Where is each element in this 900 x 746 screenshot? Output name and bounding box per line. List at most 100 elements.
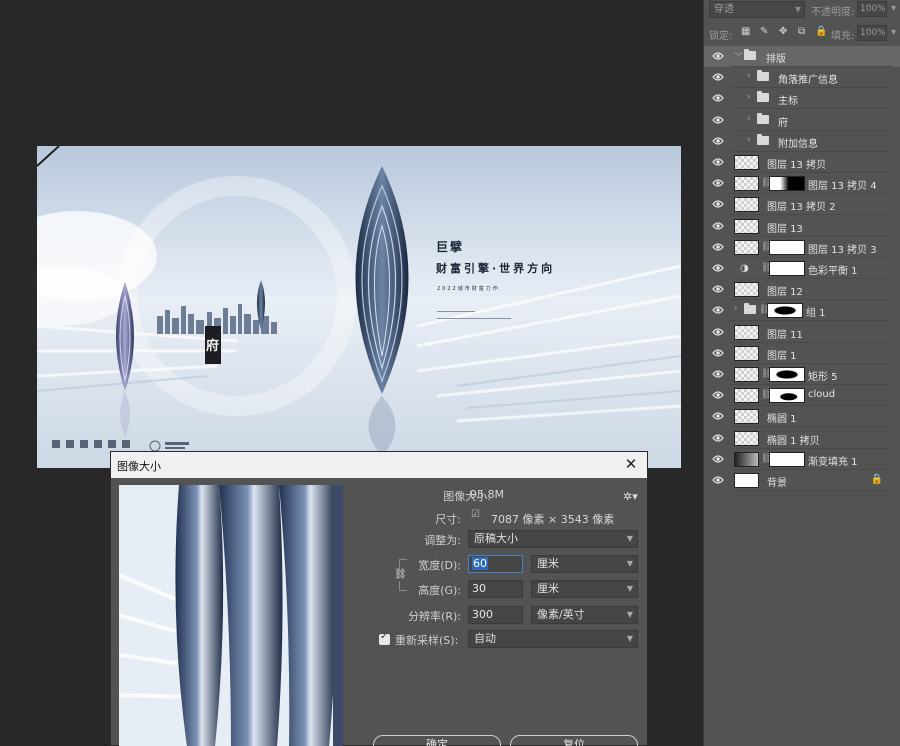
layer-thumbnail [734,155,759,170]
divider [730,490,893,491]
eye-icon[interactable] [712,475,724,485]
layer-mask-thumbnail[interactable] [767,303,803,319]
lock-paint-icon[interactable]: ✎ [760,26,768,37]
dialog-titlebar[interactable]: 图像大小 ✕ [111,452,647,478]
lock-transparency-icon[interactable]: ▦ [741,26,750,37]
layer-thumbnail [734,409,759,425]
layer-mask-thumbnail[interactable] [769,451,805,467]
eye-icon[interactable] [712,433,724,443]
layer-thumbnail [734,218,759,234]
chevron-down-icon[interactable]: ▾ [891,27,896,38]
opacity-field[interactable]: 100% [857,1,887,17]
lock-icon: 🔒 [870,474,883,485]
eye-icon[interactable] [712,369,724,379]
layer-row[interactable]: ⛓ 矩形 5 [704,364,900,385]
reset-button[interactable]: 复位 [510,735,638,746]
eye-icon[interactable] [712,136,724,146]
layer-row[interactable]: 图层 12 [704,279,900,301]
layer-mask-thumbnail[interactable] [769,239,805,255]
chevron-right-icon[interactable]: › [747,114,751,124]
eye-icon[interactable] [712,411,724,421]
height-input[interactable]: 30 [468,580,523,598]
layer-row[interactable]: 图层 13 拷贝 2 [704,194,900,216]
opacity-label: 不透明度: [811,7,855,18]
layer-mask-thumbnail[interactable] [769,176,805,192]
eye-icon[interactable] [712,390,724,400]
layer-row[interactable]: 图层 13 拷贝 [704,152,900,173]
eye-icon[interactable] [712,178,724,188]
chevron-down-icon[interactable]: ﹀ [734,50,743,63]
eye-icon[interactable] [712,93,724,103]
eye-icon[interactable] [712,327,724,337]
layer-row[interactable]: › ⛓ 组 1 [704,300,900,322]
fit-to-label: 调整为: [424,534,461,547]
layer-row[interactable]: ⛓ 图层 13 拷贝 3 [704,237,900,258]
layer-row[interactable]: 椭圆 1 拷贝 [704,428,900,449]
layer-thumbnail [734,388,759,404]
layer-row[interactable]: 图层 1 [704,343,900,364]
width-input[interactable]: 60 [468,555,523,573]
eye-icon[interactable] [712,454,724,464]
layer-row[interactable]: › 府 [704,110,900,131]
eye-icon[interactable] [712,305,724,315]
chevron-right-icon[interactable]: › [747,71,751,81]
resample-select[interactable]: 自动 ▼ [468,630,638,648]
eye-icon[interactable] [712,263,724,273]
eye-icon[interactable] [712,115,724,125]
eye-icon[interactable] [712,199,724,209]
fill-field[interactable]: 100% [857,25,887,41]
close-icon[interactable]: ✕ [621,454,641,474]
layer-thumbnail [734,282,759,298]
image-preview[interactable] [119,485,343,746]
layer-name: 背景 [767,478,787,489]
eye-icon[interactable] [712,72,724,82]
layer-thumbnail [734,176,759,192]
resolution-input[interactable]: 300 [468,606,523,624]
document-canvas[interactable]: 巨擘 财富引擎·世界方向 2022城市财富力作 府 [37,146,681,468]
layer-mask-thumbnail[interactable] [769,261,805,276]
eye-icon[interactable] [712,348,724,358]
lock-artboard-icon[interactable]: ⧉ [798,26,805,37]
chevron-right-icon[interactable]: › [734,304,738,314]
height-unit-select[interactable]: 厘米 ▼ [531,580,638,598]
layer-row[interactable]: ⛓ 渐变填充 1 [704,449,900,470]
layer-row[interactable]: 图层 11 [704,322,900,343]
layer-row[interactable]: › 附加信息 [704,131,900,152]
eye-icon[interactable] [712,284,724,294]
layer-row[interactable]: 背景 🔒 [704,470,900,491]
layer-mask-thumbnail[interactable] [769,388,805,404]
lock-all-icon[interactable]: 🔒 [815,26,827,37]
layer-mask-thumbnail[interactable] [769,367,805,382]
layer-thumbnail [734,239,759,255]
eye-icon[interactable] [712,157,724,167]
layer-row[interactable]: ⛓ 图层 13 拷贝 4 [704,173,900,195]
blend-mode-select[interactable]: 穿透 ▼ [709,1,805,18]
width-unit-select[interactable]: 厘米 ▼ [531,555,638,573]
layer-row[interactable]: ﹀ 排版 [704,46,900,67]
eye-icon[interactable] [712,221,724,231]
layer-row[interactable]: ◑ ⛓ 色彩平衡 1 [704,258,900,279]
layer-row[interactable]: › 角落推广信息 [704,67,900,89]
layer-row[interactable]: 图层 13 [704,216,900,237]
layer-row[interactable]: ⛓ cloud [704,385,900,407]
layer-name: 色彩平衡 1 [808,266,858,277]
gear-icon[interactable]: ✲▾ [623,490,638,503]
lock-move-icon[interactable]: ✥ [779,26,787,37]
fit-to-select[interactable]: 原稿大小 ▼ [468,530,638,548]
layer-name: 图层 11 [767,329,803,341]
chevron-down-icon: ▼ [626,634,633,643]
eye-icon[interactable] [712,51,724,61]
layer-row[interactable]: 椭圆 1 [704,406,900,428]
resolution-unit-select[interactable]: 像素/英寸 ▼ [531,606,638,624]
poster-headline-1: 巨擘 [436,240,465,254]
eye-icon[interactable] [712,242,724,252]
layer-row[interactable]: › 主标 [704,88,900,110]
ok-button[interactable]: 确定 [373,735,501,746]
resample-checkbox[interactable] [379,631,390,645]
chevron-down-icon: ▼ [626,534,633,543]
chevron-right-icon[interactable]: › [747,135,751,145]
dimensions-dropdown-icon[interactable]: ☑ [471,509,480,520]
chevron-right-icon[interactable]: › [747,92,751,102]
preview-artwork [119,485,343,746]
chevron-down-icon[interactable]: ▾ [891,3,896,14]
